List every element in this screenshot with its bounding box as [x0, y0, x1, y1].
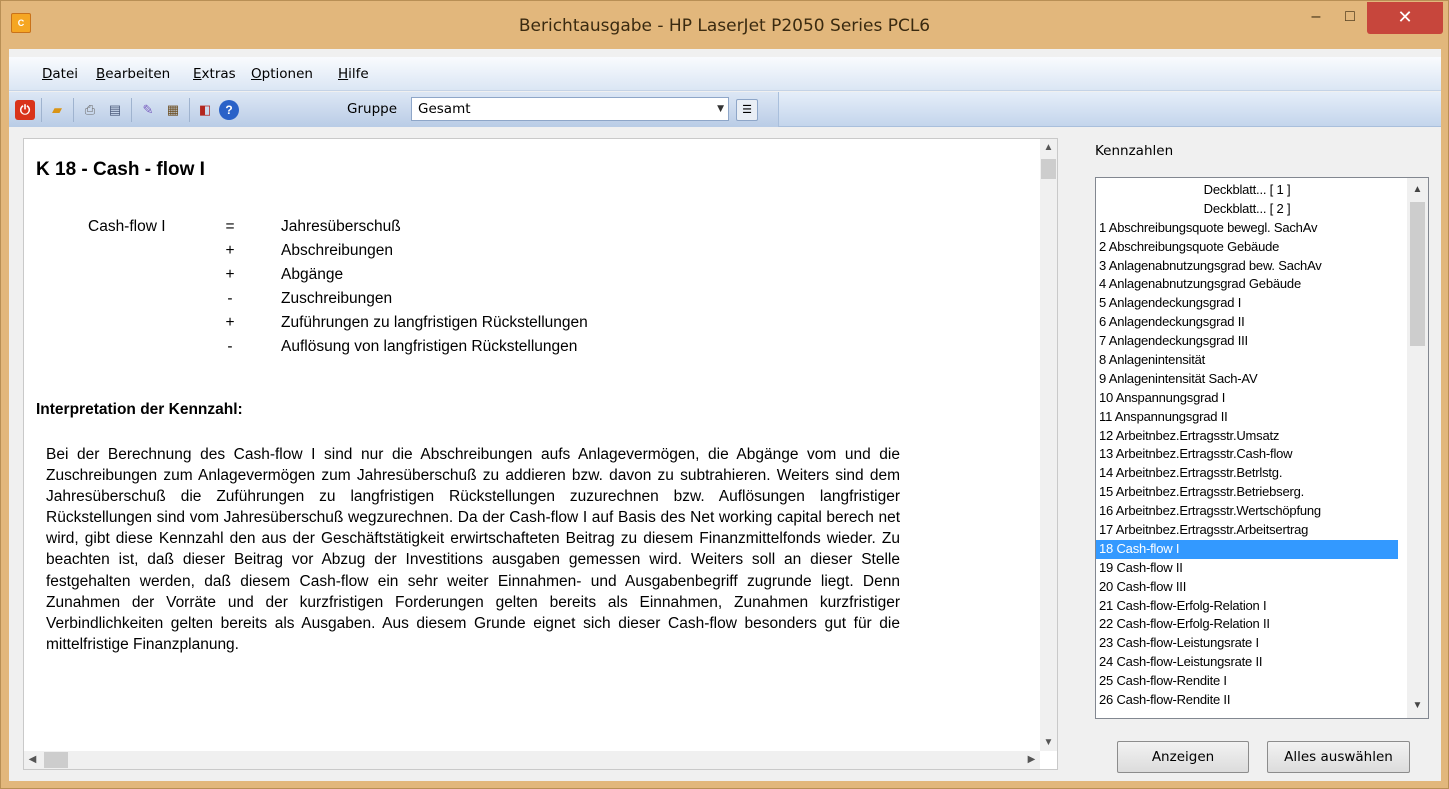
report-view: K 18 - Cash - flow I Cash-flow I = Jahre… — [23, 138, 1058, 770]
list-item[interactable]: 19 Cash-flow II — [1096, 559, 1398, 578]
list-item[interactable]: 10 Anspannungsgrad I — [1096, 389, 1398, 408]
list-item[interactable]: 4 Anlagenabnutzungsgrad Gebäude — [1096, 275, 1398, 294]
menu-bearbeiten[interactable]: Bearbeiten — [96, 57, 170, 91]
menu-hilfe[interactable]: Hilfe — [338, 57, 369, 91]
power-icon[interactable]: ⏻ — [15, 100, 35, 120]
chevron-down-icon[interactable]: ▼ — [717, 98, 724, 120]
list-item[interactable]: 15 Arbeitnbez.Ertragsstr.Betriebserg. — [1096, 483, 1398, 502]
print-icon[interactable]: ⎙ — [80, 100, 100, 120]
list-item[interactable]: 5 Anlagendeckungsgrad I — [1096, 294, 1398, 313]
select-all-button[interactable]: Alles auswählen — [1267, 741, 1410, 773]
list-item[interactable]: Deckblatt... [ 2 ] — [1096, 200, 1398, 219]
list-item[interactable]: 25 Cash-flow-Rendite I — [1096, 672, 1398, 691]
interpretation-text: Bei der Berechnung des Cash-flow I sind … — [46, 446, 900, 653]
title-bar[interactable]: C Berichtausgabe - HP LaserJet P2050 Ser… — [1, 1, 1448, 49]
print-preview-icon[interactable]: ▤ — [105, 100, 125, 120]
gruppe-label: Gruppe — [347, 101, 398, 117]
kennzahlen-label: Kennzahlen — [1095, 143, 1174, 159]
report-vertical-scrollbar[interactable]: ▲ ▼ — [1040, 139, 1057, 751]
list-item[interactable]: 9 Anlagenintensität Sach-AV — [1096, 370, 1398, 389]
list-item[interactable]: 8 Anlagenintensität — [1096, 351, 1398, 370]
list-item[interactable]: 14 Arbeitnbez.Ertragsstr.Betrlstg. — [1096, 464, 1398, 483]
menu-extras[interactable]: Extras — [193, 57, 236, 91]
list-item[interactable]: 2 Abschreibungsquote Gebäude — [1096, 238, 1398, 257]
formula-operator: - — [227, 338, 233, 355]
interpretation-heading: Interpretation der Kennzahl: — [36, 401, 243, 418]
report-title: K 18 - Cash - flow I — [36, 159, 205, 180]
toolbar-strip: ⏻ ▰ ⎙ ▤ ✎ ▦ ◧ ? Gruppe Gesamt ▼ ☰ — [9, 92, 779, 127]
help-icon[interactable]: ? — [219, 100, 239, 120]
list-item[interactable]: 24 Cash-flow-Leistungsrate II — [1096, 653, 1398, 672]
formula-term: Abschreibungen — [281, 242, 394, 259]
list-item[interactable]: 26 Cash-flow-Rendite II — [1096, 691, 1398, 710]
list-item[interactable]: Deckblatt... [ 1 ] — [1096, 181, 1398, 200]
formula-operator: + — [225, 266, 235, 283]
list-item[interactable]: 23 Cash-flow-Leistungsrate I — [1096, 634, 1398, 653]
list-item[interactable]: 21 Cash-flow-Erfolg-Relation I — [1096, 597, 1398, 616]
gruppe-select-value: Gesamt — [418, 101, 471, 117]
edit-icon[interactable]: ✎ — [138, 100, 158, 120]
list-item[interactable]: 6 Anlagendeckungsgrad II — [1096, 313, 1398, 332]
report-output-window: C Berichtausgabe - HP LaserJet P2050 Ser… — [0, 0, 1449, 789]
formula-term: Zuschreibungen — [281, 290, 393, 307]
scroll-right-icon[interactable]: ▶ — [1023, 751, 1040, 769]
toolbar-separator — [41, 98, 42, 122]
formula-term: Zuführungen zu langfristigen Rückstellun… — [281, 314, 588, 331]
scroll-left-icon[interactable]: ◀ — [24, 751, 41, 769]
list-item[interactable]: 12 Arbeitnbez.Ertragsstr.Umsatz — [1096, 427, 1398, 446]
list-item[interactable]: 13 Arbeitnbez.Ertragsstr.Cash-flow — [1096, 445, 1398, 464]
list-item[interactable]: 11 Anspannungsgrad II — [1096, 408, 1398, 427]
formula-operator: + — [225, 314, 235, 331]
properties-icon[interactable]: ☰ — [736, 99, 758, 121]
report-horizontal-scrollbar[interactable]: ◀ ▶ — [24, 751, 1040, 769]
scroll-thumb[interactable] — [1041, 159, 1056, 179]
menu-optionen[interactable]: Optionen — [251, 57, 313, 91]
menu-datei[interactable]: Datei — [42, 57, 78, 91]
list-item[interactable]: 20 Cash-flow III — [1096, 578, 1398, 597]
export-icon[interactable]: ▦ — [163, 100, 183, 120]
open-folder-icon[interactable]: ▰ — [47, 100, 67, 120]
list-item[interactable]: 16 Arbeitnbez.Ertragsstr.Wertschöpfung — [1096, 502, 1398, 521]
scroll-down-icon[interactable]: ▼ — [1040, 734, 1057, 751]
formula-operator: + — [225, 242, 235, 259]
close-button[interactable]: ✕ — [1367, 2, 1443, 34]
toolbar-separator — [189, 98, 190, 122]
minimize-button[interactable]: – — [1299, 2, 1333, 34]
menu-bar: Datei Bearbeiten Extras Optionen Hilfe — [9, 57, 1441, 91]
anzeigen-button[interactable]: Anzeigen — [1117, 741, 1249, 773]
list-item[interactable]: 7 Anlagendeckungsgrad III — [1096, 332, 1398, 351]
scroll-down-icon[interactable]: ▼ — [1407, 696, 1428, 716]
scroll-up-icon[interactable]: ▲ — [1407, 180, 1428, 200]
report-content: K 18 - Cash - flow I Cash-flow I = Jahre… — [24, 139, 1040, 751]
toolbar: ⏻ ▰ ⎙ ▤ ✎ ▦ ◧ ? Gruppe Gesamt ▼ ☰ — [9, 92, 1441, 127]
kennzahlen-scrollbar[interactable]: ▲ ▼ — [1407, 178, 1428, 718]
kennzahlen-items: Deckblatt... [ 1 ] Deckblatt... [ 2 ] 1 Ab… — [1096, 181, 1398, 710]
formula-term: Abgänge — [281, 266, 344, 283]
list-item[interactable]: 18 Cash-flow I — [1096, 539, 1398, 559]
pdf-icon[interactable]: ◧ — [195, 100, 215, 120]
client-area: Datei Bearbeiten Extras Optionen Hilfe ⏻… — [9, 49, 1441, 781]
maximize-button[interactable]: □ — [1333, 2, 1367, 34]
formula-term: Jahresüberschuß — [281, 218, 401, 235]
scroll-up-icon[interactable]: ▲ — [1040, 139, 1057, 156]
kennzahlen-list[interactable]: Deckblatt... [ 1 ] Deckblatt... [ 2 ] 1 Ab… — [1095, 177, 1429, 719]
formula-operator: - — [227, 290, 233, 307]
list-item[interactable]: 1 Abschreibungsquote bewegl. SachAv — [1096, 219, 1398, 238]
scroll-thumb[interactable] — [44, 752, 68, 768]
toolbar-separator — [131, 98, 132, 122]
list-item[interactable]: 3 Anlagenabnutzungsgrad bew. SachAv — [1096, 257, 1398, 276]
window-title: Berichtausgabe - HP LaserJet P2050 Serie… — [518, 16, 931, 36]
scroll-thumb[interactable] — [1410, 202, 1425, 346]
gruppe-select[interactable]: Gesamt ▼ — [411, 97, 729, 121]
formula-operator: = — [225, 218, 235, 235]
list-item[interactable]: 17 Arbeitnbez.Ertragsstr.Arbeitsertrag — [1096, 521, 1398, 540]
formula-term: Auflösung von langfristigen Rückstellung… — [281, 338, 578, 355]
list-item[interactable]: 22 Cash-flow-Erfolg-Relation II — [1096, 615, 1398, 634]
toolbar-separator — [73, 98, 74, 122]
